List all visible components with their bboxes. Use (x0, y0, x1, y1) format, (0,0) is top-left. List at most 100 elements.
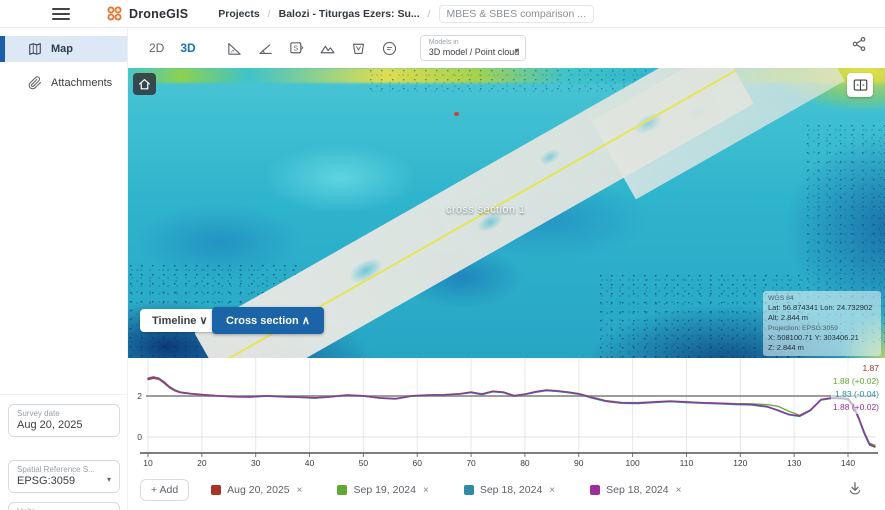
marker-value-labels: 1.87 1.88 (+0.02) 1.83 (-0.04) 1.88 (+0.… (830, 362, 881, 414)
measure-distance-button[interactable] (223, 36, 247, 60)
remove-series-icon[interactable]: × (296, 485, 304, 496)
brand-name: DroneGIS (129, 6, 189, 21)
map-icon (29, 43, 41, 55)
comment-icon (383, 41, 397, 55)
breadcrumb-project-name[interactable]: Balozi - Titurgas Ezers: Su... (279, 8, 420, 20)
svg-text:50: 50 (359, 458, 369, 468)
terrain-icon (320, 45, 335, 53)
svg-text:40: 40 (305, 458, 315, 468)
svg-text:140: 140 (841, 458, 855, 468)
model-layer-select[interactable]: Models in 3D model / Point cloud ▾ (419, 35, 526, 61)
share-button[interactable] (851, 36, 867, 57)
brand-logo[interactable]: DroneGIS (106, 5, 188, 22)
series-label: Aug 20, 2025 (227, 484, 290, 496)
svg-text:130: 130 (787, 458, 801, 468)
altitude-readout: Alt: 2.844 m (768, 313, 809, 323)
svg-text:90: 90 (574, 458, 584, 468)
volume-box-icon (353, 43, 365, 54)
download-icon (849, 482, 861, 495)
legend-item: Sep 18, 2024 × (463, 484, 556, 496)
marker-dot (454, 112, 459, 116)
remove-series-icon[interactable]: × (422, 485, 430, 496)
point-noise (368, 68, 648, 96)
breadcrumb: Projects / Balozi - Titurgas Ezers: Su..… (218, 4, 595, 23)
download-chart-button[interactable] (847, 480, 863, 501)
svg-text:60: 60 (412, 458, 422, 468)
select-value: 3D model / Point cloud (428, 47, 520, 57)
chevron-down-icon: ▾ (106, 475, 111, 484)
split-compare-icon (853, 79, 867, 91)
projection-label: Projection: EPSG:3059 (768, 324, 838, 332)
field-label: Survey date (17, 409, 60, 418)
svg-text:10: 10 (143, 458, 153, 468)
ruler-triangle-icon (228, 42, 241, 55)
datum-label: WGS 84 (768, 295, 794, 303)
remove-series-icon[interactable]: × (675, 485, 683, 496)
profile-plot: 10 20 30 40 50 60 70 80 90 100 110 120 130 140 0 2 (137, 358, 878, 468)
add-series-button[interactable]: + Add (140, 479, 190, 501)
series-color-swatch (463, 485, 474, 495)
surface-s-icon: S (290, 41, 304, 53)
series-label: Sep 18, 2024 (606, 484, 669, 496)
compare-view-button[interactable] (847, 73, 873, 97)
top-header: DroneGIS Projects / Balozi - Titurgas Ez… (0, 0, 885, 28)
chart-legend-bar: + Add Aug 20, 2025 × Sep 19, 2024 × Sep … (128, 470, 885, 510)
measure-angle-button[interactable] (254, 36, 278, 60)
measure-surface-button[interactable]: S (285, 36, 309, 60)
sidebar-item-attachments[interactable]: Attachments (0, 70, 127, 96)
sidebar-item-map[interactable]: Map (0, 36, 127, 62)
spatial-reference-select[interactable]: Spatial Reference S... EPSG:3059 ▾ (8, 460, 120, 493)
map-3d-viewport[interactable]: cross section 1 Timeline ∨ Cross section… (128, 68, 885, 358)
dronegis-logo-icon (107, 6, 122, 21)
legend-item: Sep 19, 2024 × (337, 484, 429, 496)
legend-item: Aug 20, 2025 × (211, 484, 303, 496)
timeline-button[interactable]: Timeline ∨ (140, 309, 220, 332)
breadcrumb-separator: / (267, 7, 271, 20)
legend-chips: Aug 20, 2025 × Sep 19, 2024 × Sep 18, 20… (211, 484, 682, 496)
field-label: Spatial Reference S... (17, 465, 95, 474)
survey-date-field[interactable]: Survey date Aug 20, 2025 (8, 404, 120, 437)
view-3d-button[interactable]: 3D (177, 39, 198, 57)
xy-readout: X: 508100.71 Y: 303406.21 (768, 332, 859, 342)
view-mode-toggle: 2D 3D (146, 39, 199, 57)
angle-icon (259, 43, 272, 54)
comment-tool-button[interactable] (378, 36, 402, 60)
series-color-swatch (337, 485, 348, 495)
latlon-readout: Lat: 56.874341 Lon: 24.732902 (768, 303, 873, 313)
breadcrumb-separator: / (427, 7, 431, 20)
cross-section-map-label[interactable]: cross section 1 (446, 204, 525, 216)
measure-area-button[interactable] (316, 36, 340, 60)
survey-settings-panel: Survey date Aug 20, 2025 Spatial Referen… (0, 394, 128, 510)
svg-text:80: 80 (520, 458, 530, 468)
marker-value: 1.88 (+0.02) (832, 402, 879, 412)
cross-section-chart[interactable]: 10 20 30 40 50 60 70 80 90 100 110 120 130 140 0 2 1.87… (128, 358, 885, 470)
series-label: Sep 19, 2024 (353, 484, 416, 496)
svg-text:0: 0 (137, 432, 142, 442)
breadcrumb-current: MBES & SBES comparison ... (438, 4, 595, 23)
svg-text:20: 20 (197, 458, 207, 468)
svg-text:70: 70 (466, 458, 476, 468)
legend-item: Sep 18, 2024 × (590, 484, 682, 496)
measure-volume-button[interactable] (347, 36, 371, 60)
units-select[interactable]: Units Meters ▾ (8, 502, 120, 510)
view-2d-button[interactable]: 2D (146, 39, 167, 57)
field-value: EPSG:3059 (17, 475, 76, 487)
hamburger-menu-icon[interactable] (52, 7, 70, 20)
z-readout: Z: 2.844 m (768, 342, 804, 352)
measure-tools: S (223, 36, 402, 60)
svg-text:120: 120 (733, 458, 747, 468)
field-value: Aug 20, 2025 (17, 419, 83, 431)
svg-text:100: 100 (626, 458, 640, 468)
home-icon (139, 78, 150, 89)
select-label: Models in (428, 39, 459, 46)
cross-section-button[interactable]: Cross section ∧ (212, 307, 324, 334)
paperclip-icon (28, 76, 42, 90)
svg-text:110: 110 (680, 458, 694, 468)
marker-value: 1.83 (-0.04) (835, 389, 879, 399)
remove-series-icon[interactable]: × (548, 485, 556, 496)
chevron-down-icon: ▾ (514, 46, 519, 55)
map-toolbar: 2D 3D S Models in 3D model / Point cloud… (128, 28, 885, 68)
breadcrumb-projects[interactable]: Projects (218, 8, 259, 20)
series-color-swatch (590, 485, 601, 495)
home-view-button[interactable] (133, 73, 156, 95)
